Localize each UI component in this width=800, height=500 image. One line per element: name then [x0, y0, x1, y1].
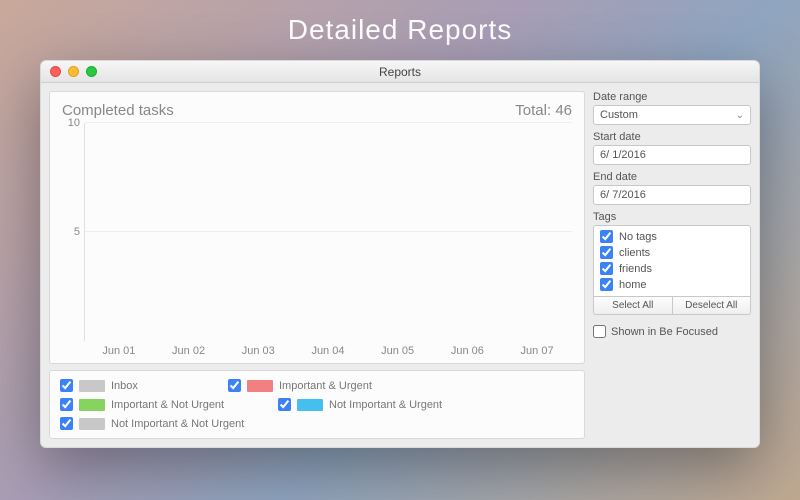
- legend-label: Not Important & Not Urgent: [111, 418, 244, 430]
- color-swatch: [79, 399, 105, 411]
- start-date-value: 6/ 1/2016: [600, 149, 646, 161]
- date-range-value: Custom: [600, 109, 638, 121]
- tag-row[interactable]: clients: [600, 246, 744, 259]
- plot-area: [84, 123, 572, 341]
- tag-label: friends: [619, 263, 652, 275]
- deselect-all-button[interactable]: Deselect All: [672, 297, 752, 315]
- window-title: Reports: [41, 65, 759, 79]
- tag-row[interactable]: friends: [600, 262, 744, 275]
- window-titlebar[interactable]: Reports: [41, 61, 759, 83]
- shown-checkbox[interactable]: [593, 325, 606, 338]
- legend-item-inbox[interactable]: Inbox: [60, 379, 210, 392]
- chart-area: 510: [62, 123, 572, 341]
- legend-checkbox[interactable]: [60, 417, 73, 430]
- tag-checkbox[interactable]: [600, 262, 613, 275]
- tag-checkbox[interactable]: [600, 246, 613, 259]
- color-swatch: [79, 418, 105, 430]
- total-value: 46: [555, 102, 572, 119]
- legend-item-iu[interactable]: Important & Urgent: [228, 379, 428, 392]
- x-tick: Jun 04: [307, 345, 349, 357]
- tag-row[interactable]: home: [600, 278, 744, 291]
- color-swatch: [247, 380, 273, 392]
- tags-label: Tags: [593, 211, 751, 223]
- sidebar: Date range Custom ⌄ Start date 6/ 1/2016…: [593, 91, 751, 439]
- reports-window: Reports Completed tasks Total: 46 510: [40, 60, 760, 448]
- start-date-label: Start date: [593, 131, 751, 143]
- tag-checkbox[interactable]: [600, 230, 613, 243]
- x-tick: Jun 02: [168, 345, 210, 357]
- legend-checkbox[interactable]: [228, 379, 241, 392]
- legend-item-ninu[interactable]: Not Important & Not Urgent: [60, 417, 260, 430]
- color-swatch: [297, 399, 323, 411]
- tag-checkbox[interactable]: [600, 278, 613, 291]
- chevron-down-icon: ⌄: [736, 110, 744, 121]
- y-axis: 510: [62, 123, 84, 341]
- legend-item-inu[interactable]: Important & Not Urgent: [60, 398, 260, 411]
- select-all-button[interactable]: Select All: [593, 297, 672, 315]
- legend-checkbox[interactable]: [60, 398, 73, 411]
- x-axis-labels: Jun 01 Jun 02 Jun 03 Jun 04 Jun 05 Jun 06 Jun …: [84, 345, 572, 357]
- legend-label: Important & Urgent: [279, 380, 372, 392]
- legend-checkbox[interactable]: [60, 379, 73, 392]
- legend-item-niu[interactable]: Not Important & Urgent: [278, 398, 478, 411]
- x-tick: Jun 06: [446, 345, 488, 357]
- end-date-label: End date: [593, 171, 751, 183]
- date-range-label: Date range: [593, 91, 751, 103]
- tag-row[interactable]: No tags: [600, 230, 744, 243]
- end-date-value: 6/ 7/2016: [600, 189, 646, 201]
- x-tick: Jun 03: [237, 345, 279, 357]
- chart-card: Completed tasks Total: 46 510 Jun 01Jun …: [49, 91, 585, 364]
- legend-label: Inbox: [111, 380, 138, 392]
- legend-card: Inbox Important & Urgent Important & Not U…: [49, 370, 585, 439]
- tag-label: No tags: [619, 231, 657, 243]
- x-tick: Jun 05: [377, 345, 419, 357]
- chart-total: Total: 46: [515, 102, 572, 119]
- y-tick: 10: [68, 117, 80, 129]
- tag-label: clients: [619, 247, 650, 259]
- x-tick: Jun 01: [98, 345, 140, 357]
- shown-in-befocused-row[interactable]: Shown in Be Focused: [593, 325, 751, 338]
- shown-label: Shown in Be Focused: [611, 326, 718, 338]
- tags-list[interactable]: No tags clients friends home: [593, 225, 751, 297]
- start-date-input[interactable]: 6/ 1/2016: [593, 145, 751, 165]
- date-range-select[interactable]: Custom ⌄: [593, 105, 751, 125]
- total-label: Total:: [515, 102, 551, 119]
- legend-checkbox[interactable]: [278, 398, 291, 411]
- end-date-input[interactable]: 6/ 7/2016: [593, 185, 751, 205]
- color-swatch: [79, 380, 105, 392]
- legend-label: Not Important & Urgent: [329, 399, 442, 411]
- y-tick: 5: [74, 226, 80, 238]
- x-tick: Jun 07: [516, 345, 558, 357]
- legend-label: Important & Not Urgent: [111, 399, 224, 411]
- page-title: Detailed Reports: [288, 14, 513, 46]
- tag-label: home: [619, 279, 647, 291]
